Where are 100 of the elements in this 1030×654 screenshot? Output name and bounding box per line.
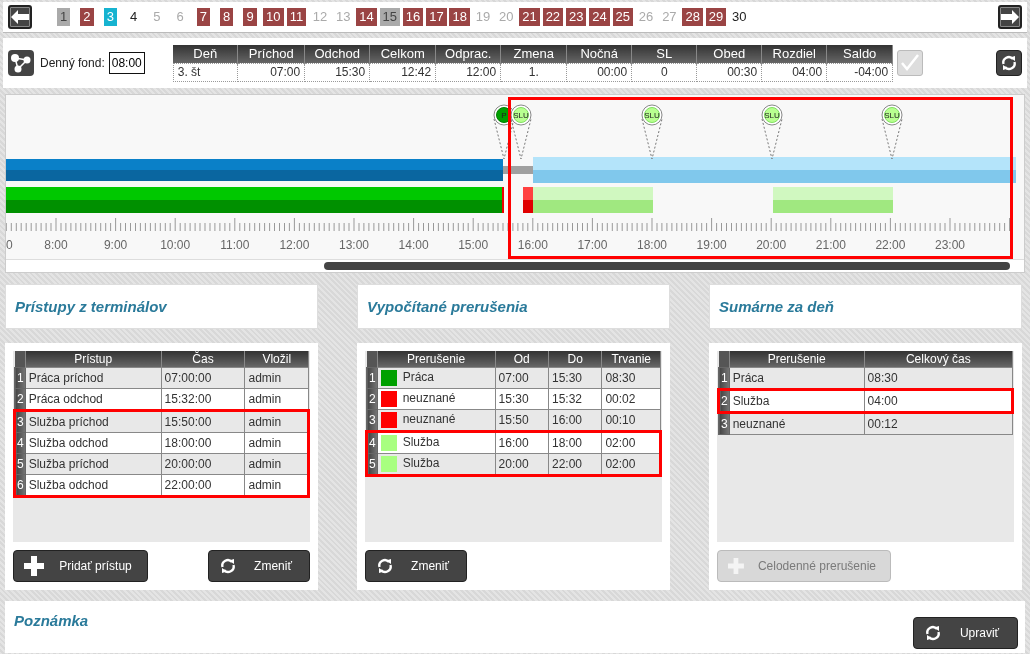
day-link[interactable]: 7 xyxy=(196,8,211,26)
day-link[interactable]: 21 xyxy=(519,8,540,26)
column-header: Rozdiel xyxy=(761,44,827,63)
row-number: 2 xyxy=(366,388,378,410)
day-link[interactable]: 14 xyxy=(356,8,377,26)
hour-label: 16:00 xyxy=(517,238,548,252)
row-number: 1 xyxy=(718,367,730,390)
table-cell: Služba príchod xyxy=(25,410,162,433)
column-header: Od xyxy=(495,351,549,368)
day-link[interactable]: 30 xyxy=(729,8,750,26)
hour-label: 20:00 xyxy=(756,238,787,252)
refresh-icon xyxy=(924,624,942,642)
day-link[interactable]: 1 xyxy=(57,8,71,26)
interruption-name: neuznané xyxy=(402,391,456,406)
hour-label: 11:00 xyxy=(220,238,250,252)
column-header: Odchod xyxy=(304,44,370,63)
fund-input[interactable]: 08:00 xyxy=(108,52,145,74)
interruption-name: Služba xyxy=(402,456,440,471)
column-header: Celkom xyxy=(369,44,436,63)
day-link[interactable]: 28 xyxy=(682,8,703,26)
action-button[interactable]: Pridať prístup xyxy=(13,550,148,582)
day-link[interactable]: 4 xyxy=(126,8,141,26)
unrecognized-bar xyxy=(523,187,533,213)
day-link[interactable]: 29 xyxy=(705,8,727,26)
section-title: Prístupy z terminálov xyxy=(15,298,167,315)
table-cell: 04:00 xyxy=(864,389,1013,413)
column-header: Deň xyxy=(173,44,238,63)
table-cell: 04:00 xyxy=(761,63,827,81)
row-number: 2 xyxy=(718,389,730,413)
row-number: 6 xyxy=(14,474,26,497)
scrollbar[interactable] xyxy=(6,259,1024,272)
interruption-name: Služba xyxy=(402,435,440,450)
day-link[interactable]: 25 xyxy=(612,8,633,26)
hour-label: 22:00 xyxy=(875,238,906,252)
action-button[interactable]: Zmeniť xyxy=(208,550,310,582)
day-link[interactable]: 24 xyxy=(589,8,610,26)
action-button[interactable]: Zmeniť xyxy=(365,550,467,582)
column-header: Do xyxy=(548,351,602,368)
column-header: Saldo xyxy=(826,44,893,63)
table-cell: 07:00 xyxy=(237,63,305,81)
table-cell: 0 xyxy=(631,63,697,81)
event-pin[interactable]: SLU xyxy=(761,104,783,160)
hour-label: 21:00 xyxy=(815,238,846,252)
day-link[interactable]: 11 xyxy=(286,8,307,26)
column-header: Prístup xyxy=(25,351,162,368)
network-icon[interactable] xyxy=(8,50,34,76)
table-cell: admin xyxy=(244,410,309,433)
table-cell: Práca odchod xyxy=(25,388,162,411)
plus-icon xyxy=(728,556,744,576)
table-cell: 1. xyxy=(500,63,567,81)
day-link[interactable]: 8 xyxy=(220,8,234,26)
table-cell: 18:00 xyxy=(548,431,602,454)
column-header: Čas xyxy=(161,351,245,368)
row-number: 1 xyxy=(366,367,378,389)
day-link[interactable]: 23 xyxy=(565,8,587,26)
column-header: Nočná xyxy=(566,44,632,63)
refresh-button[interactable] xyxy=(996,50,1022,76)
day-link[interactable]: 18 xyxy=(449,8,470,26)
day-link[interactable]: 22 xyxy=(542,8,564,26)
column-header: Zmena xyxy=(500,44,567,63)
table-cell: Služba odchod xyxy=(25,474,162,497)
hour-label: 23:00 xyxy=(935,238,965,252)
row-number: 4 xyxy=(366,431,378,454)
table-cell: 08:30 xyxy=(864,367,1013,390)
plus-icon xyxy=(24,556,44,576)
table-cell: 15:50:00 xyxy=(161,410,245,433)
table-cell: 12:42 xyxy=(369,63,436,81)
table-cell: Práca príchod xyxy=(25,367,162,389)
row-number: 5 xyxy=(14,453,26,475)
next-button[interactable] xyxy=(998,5,1022,29)
section-title: Vypočítané prerušenia xyxy=(367,298,528,315)
day-link[interactable]: 15 xyxy=(379,8,401,26)
refresh-icon xyxy=(1000,54,1018,72)
row-number: 3 xyxy=(718,412,730,435)
hour-label: 0 xyxy=(6,238,13,252)
interruption-name: neuznané xyxy=(402,412,456,427)
column-header: Obed xyxy=(696,44,762,63)
table-cell: Služba xyxy=(729,389,865,413)
previous-button[interactable] xyxy=(8,5,32,29)
table-cell: 00:00 xyxy=(566,63,632,81)
action-button[interactable]: Upraviť xyxy=(913,617,1018,649)
hour-label: 19:00 xyxy=(696,238,727,252)
column-header: Celkový čas xyxy=(864,351,1013,368)
fund-label: Denný fond: xyxy=(40,56,105,70)
event-pin[interactable]: SLU xyxy=(641,104,663,160)
hour-label: 13:00 xyxy=(339,238,369,252)
table-cell: 16:00 xyxy=(495,431,549,454)
day-link[interactable]: 10 xyxy=(263,8,284,26)
event-pin[interactable]: SLU xyxy=(881,104,903,160)
day-link[interactable]: 9 xyxy=(243,8,257,26)
refresh-icon xyxy=(376,557,394,575)
hour-label: 10:00 xyxy=(160,238,191,252)
column-header: Prerušenie xyxy=(729,351,865,368)
table-cell: -04:00 xyxy=(826,63,893,81)
gap-bar xyxy=(503,166,533,174)
day-link[interactable]: 17 xyxy=(426,8,447,26)
event-pin[interactable]: SLU xyxy=(510,104,532,160)
day-link[interactable]: 2 xyxy=(80,8,94,26)
interruption-name: Práca xyxy=(402,370,435,385)
day-link[interactable]: 16 xyxy=(402,8,424,26)
